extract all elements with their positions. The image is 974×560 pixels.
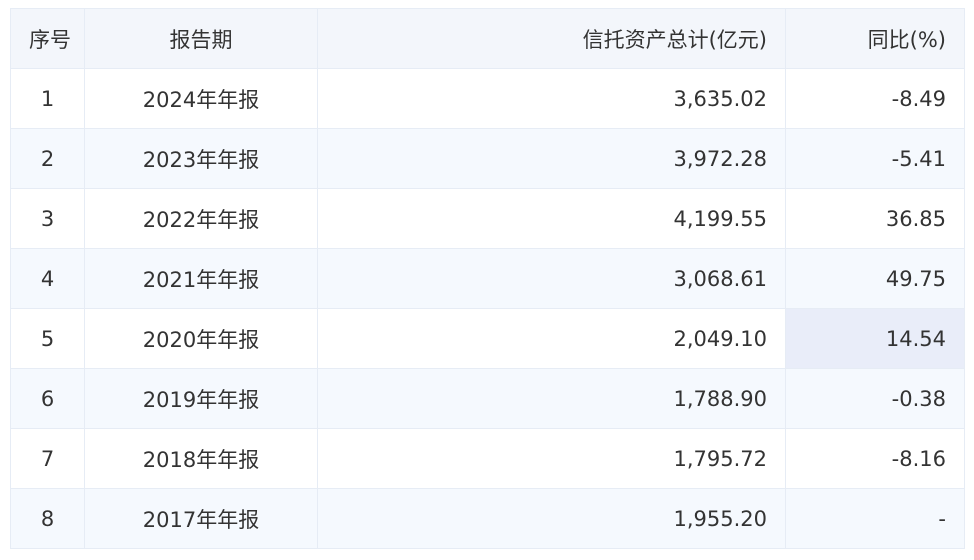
cell-period: 2021年年报: [84, 248, 318, 309]
cell-assets: 1,788.90: [317, 368, 786, 429]
cell-index: 3: [10, 188, 85, 249]
cell-assets: 2,049.10: [317, 308, 786, 369]
cell-period: 2019年年报: [84, 368, 318, 429]
table-row[interactable]: 4 2021年年报 3,068.61 49.75: [10, 248, 965, 309]
cell-assets: 3,635.02: [317, 68, 786, 129]
cell-yoy: -8.49: [785, 68, 965, 129]
cell-period: 2018年年报: [84, 428, 318, 489]
cell-index: 7: [10, 428, 85, 489]
cell-yoy: 49.75: [785, 248, 965, 309]
header-period[interactable]: 报告期: [84, 8, 318, 69]
header-assets[interactable]: 信托资产总计(亿元): [317, 8, 786, 69]
cell-assets: 1,795.72: [317, 428, 786, 489]
data-table-container: 序号 报告期 信托资产总计(亿元) 同比(%) 1 2024年年报 3,635.…: [10, 8, 965, 549]
cell-yoy: -0.38: [785, 368, 965, 429]
cell-period: 2024年年报: [84, 68, 318, 129]
table-row[interactable]: 8 2017年年报 1,955.20 -: [10, 488, 965, 549]
cell-index: 6: [10, 368, 85, 429]
cell-yoy: -: [785, 488, 965, 549]
cell-period: 2022年年报: [84, 188, 318, 249]
header-yoy[interactable]: 同比(%): [785, 8, 965, 69]
cell-yoy: 36.85: [785, 188, 965, 249]
cell-assets: 3,972.28: [317, 128, 786, 189]
table-header-row: 序号 报告期 信托资产总计(亿元) 同比(%): [10, 8, 965, 69]
cell-index: 4: [10, 248, 85, 309]
cell-period: 2017年年报: [84, 488, 318, 549]
cell-period: 2023年年报: [84, 128, 318, 189]
cell-period: 2020年年报: [84, 308, 318, 369]
cell-index: 8: [10, 488, 85, 549]
table-row[interactable]: 1 2024年年报 3,635.02 -8.49: [10, 68, 965, 129]
cell-index: 5: [10, 308, 85, 369]
table-row[interactable]: 5 2020年年报 2,049.10 14.54: [10, 308, 965, 369]
cell-index: 2: [10, 128, 85, 189]
trust-assets-table: 序号 报告期 信托资产总计(亿元) 同比(%) 1 2024年年报 3,635.…: [10, 8, 965, 549]
cell-assets: 3,068.61: [317, 248, 786, 309]
cell-yoy-selected[interactable]: 14.54: [785, 308, 965, 369]
cell-yoy: -8.16: [785, 428, 965, 489]
cell-yoy: -5.41: [785, 128, 965, 189]
cell-assets: 1,955.20: [317, 488, 786, 549]
table-row[interactable]: 7 2018年年报 1,795.72 -8.16: [10, 428, 965, 489]
table-row[interactable]: 2 2023年年报 3,972.28 -5.41: [10, 128, 965, 189]
cell-assets: 4,199.55: [317, 188, 786, 249]
table-row[interactable]: 3 2022年年报 4,199.55 36.85: [10, 188, 965, 249]
cell-index: 1: [10, 68, 85, 129]
table-row[interactable]: 6 2019年年报 1,788.90 -0.38: [10, 368, 965, 429]
header-index[interactable]: 序号: [10, 8, 85, 69]
